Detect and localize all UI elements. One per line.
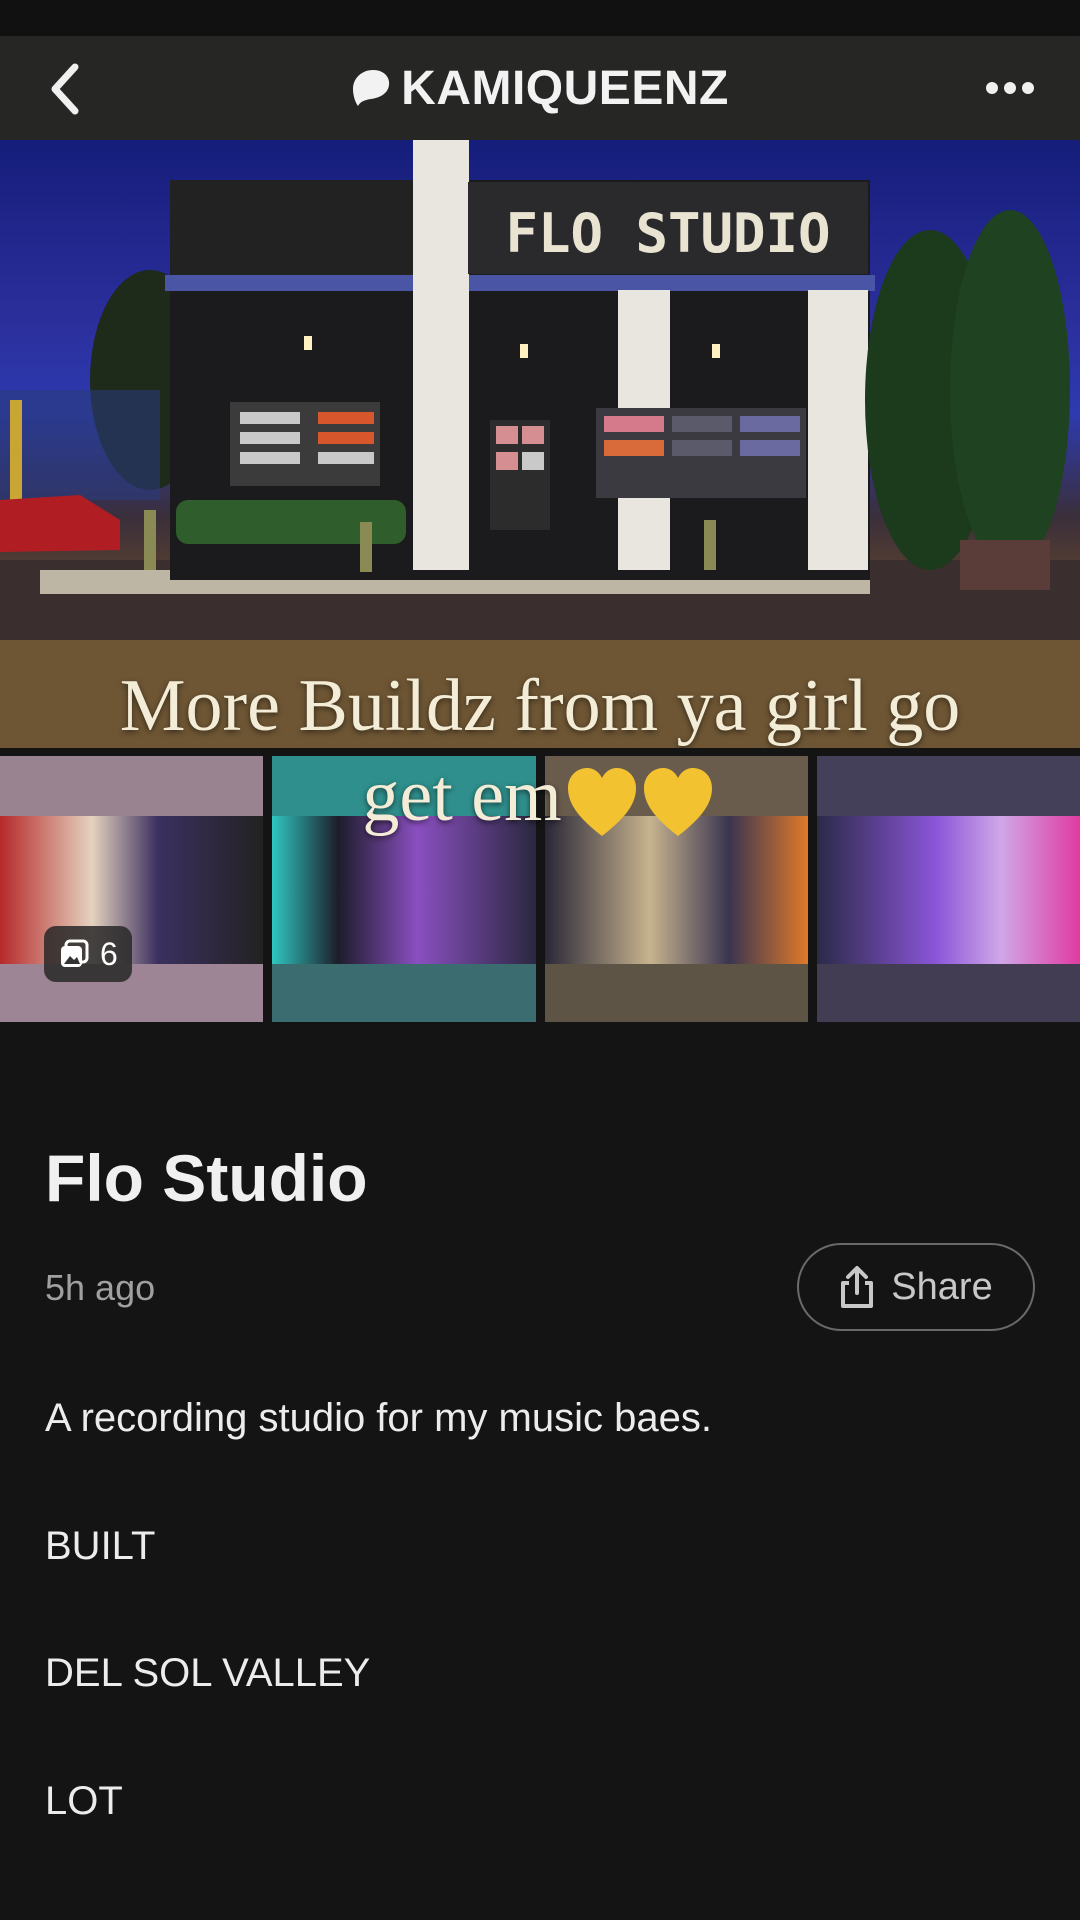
post-timestamp: 5h ago — [45, 1267, 156, 1308]
more-dot-icon — [1022, 82, 1034, 94]
more-dot-icon — [1004, 82, 1016, 94]
back-button[interactable] — [30, 54, 100, 124]
post-line: BUILT — [45, 1524, 156, 1568]
studio-sign-text: FLO STUDIO — [505, 202, 830, 265]
patreon-logo-icon — [353, 70, 390, 106]
share-button[interactable]: Share — [797, 1243, 1035, 1331]
hero-caption-line-2: get em — [0, 750, 1080, 842]
share-icon — [841, 1266, 874, 1308]
image-count-badge: 6 — [44, 926, 132, 982]
caption-text: get em — [362, 755, 562, 837]
hero-caption: More Buildz from ya girl go — [119, 665, 961, 747]
more-options-button[interactable] — [970, 58, 1050, 118]
status-bar — [0, 0, 1080, 36]
building-illustration: FLO STUDIO — [0, 140, 1080, 748]
hero-image[interactable]: FLO STUDIO More Buildz from ya girl go — [0, 140, 1080, 748]
creator-name: KAMIQUEENZ — [401, 61, 729, 115]
share-label: Share — [891, 1265, 993, 1308]
image-count: 6 — [100, 935, 118, 972]
yellow-heart-icons — [567, 768, 712, 837]
top-bar: KAMIQUEENZ — [0, 36, 1080, 140]
post-line: DEL SOL VALLEY — [45, 1651, 371, 1695]
post-title: Flo Studio — [45, 1141, 368, 1215]
gallery-icon — [61, 939, 89, 967]
more-dot-icon — [986, 82, 998, 94]
post-description: A recording studio for my music baes. — [45, 1396, 712, 1440]
chevron-left-icon — [51, 63, 79, 115]
post-line: LOT — [45, 1779, 123, 1823]
creator-brand[interactable]: KAMIQUEENZ — [351, 61, 729, 116]
